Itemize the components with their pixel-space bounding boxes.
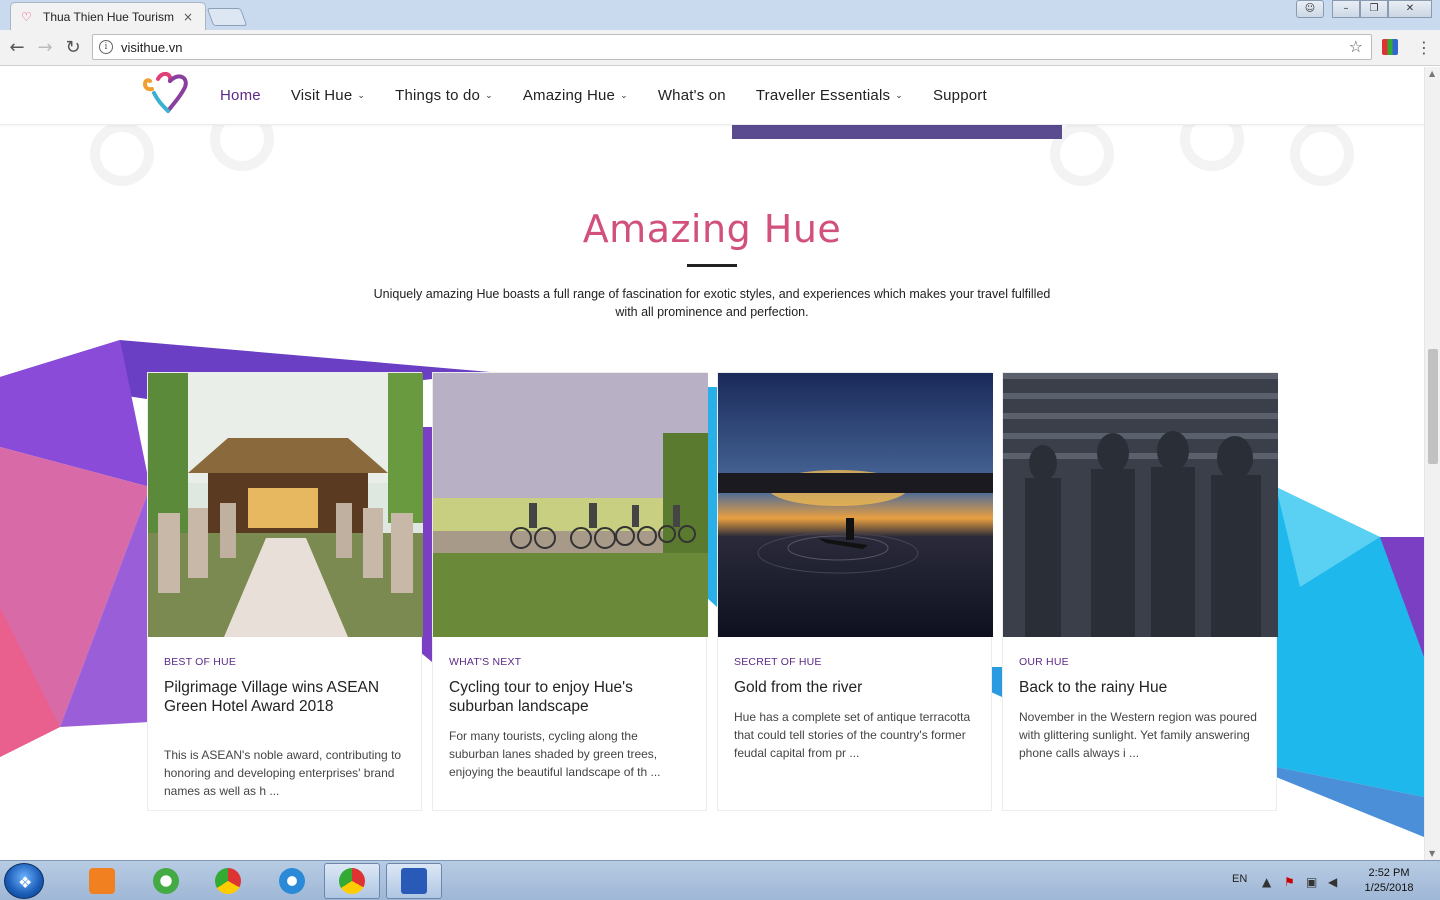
language-indicator[interactable]: EN	[1232, 873, 1247, 885]
scroll-down-icon[interactable]: ▼	[1429, 849, 1435, 858]
site-header: Home Visit Hue ⌄ Things to do ⌄ Amazing Hue ⌄ W…	[0, 67, 1424, 125]
title-underline	[687, 264, 737, 267]
chevron-down-icon: ⌄	[895, 90, 903, 100]
nav-item-label: What's on	[657, 87, 726, 104]
card-title[interactable]: Back to the rainy Hue	[1019, 678, 1259, 697]
system-tray: EN ▲ ⚑ ▣ ◀ 2:52 PM 1/25/2018	[1216, 861, 1440, 900]
media-player-icon	[89, 868, 115, 894]
nav-item-label: Visit Hue	[290, 87, 353, 104]
card-photo-statues[interactable]	[1003, 373, 1278, 637]
nav-item-label: Amazing Hue	[522, 87, 616, 104]
minimize-button[interactable]: –	[1332, 0, 1360, 18]
new-tab-button[interactable]	[206, 8, 248, 26]
nav-item-things-to-do[interactable]: Things to do ⌄	[395, 87, 493, 104]
decor-pattern	[90, 122, 154, 186]
card-excerpt: For many tourists, cycling along the sub…	[449, 729, 661, 779]
chrome-icon	[215, 868, 241, 894]
nav-item-traveller-essentials[interactable]: Traveller Essentials ⌄	[756, 87, 903, 104]
clock-date: 1/25/2018	[1364, 882, 1414, 894]
network-icon[interactable]: ▣	[1306, 875, 1317, 889]
scroll-thumb[interactable]	[1428, 349, 1438, 464]
internet-explorer-icon	[279, 868, 305, 894]
windows-logo-icon: ❖	[18, 873, 33, 892]
nav-item-what-s-on[interactable]: What's on	[658, 87, 726, 104]
card-category[interactable]: BEST OF HUE	[164, 656, 236, 668]
start-button[interactable]: ❖	[4, 863, 44, 899]
page-scrollbar[interactable]: ▲ ▼	[1424, 67, 1440, 860]
card-category[interactable]: SECRET OF HUE	[734, 656, 822, 668]
card-excerpt: Hue has a complete set of antique terrac…	[734, 710, 971, 760]
taskbar-chrome-active[interactable]	[324, 863, 380, 899]
taskbar-clock[interactable]: 2:52 PM 1/25/2018	[1346, 866, 1432, 896]
taskbar-ie[interactable]	[264, 863, 320, 899]
card-excerpt: This is ASEAN's noble award, contributin…	[164, 748, 402, 798]
bookmark-star-icon[interactable]: ☆	[1349, 37, 1363, 56]
browser-toolbar: ← → ↻ i visithue.vn ☆ ⋮	[0, 30, 1440, 66]
article-card[interactable]: OUR HUE Back to the rainy Hue November i…	[1002, 372, 1278, 811]
card-category[interactable]: OUR HUE	[1019, 656, 1069, 668]
clock-time: 2:52 PM	[1368, 867, 1410, 879]
nav-item-support[interactable]: Support	[933, 87, 987, 104]
forward-arrow-icon[interactable]: →	[34, 37, 56, 58]
volume-icon[interactable]: ◀	[1328, 875, 1337, 889]
card-title[interactable]: Gold from the river	[734, 678, 974, 697]
tab-title: Thua Thien Hue Tourism Po	[43, 9, 175, 24]
page-viewport: Home Visit Hue ⌄ Things to do ⌄ Amazing Hue ⌄ W…	[0, 67, 1424, 860]
decor-pattern	[1290, 122, 1354, 186]
windows-taskbar: ❖ EN ▲ ⚑ ▣ ◀ 2:52 PM 1/25/2018	[0, 860, 1440, 900]
site-favicon-icon: ♡	[21, 9, 32, 24]
chevron-down-icon: ⌄	[620, 90, 628, 100]
taskbar-word[interactable]	[386, 863, 442, 899]
hero-bottom-bar	[732, 125, 1062, 139]
extension-icon[interactable]	[1382, 39, 1398, 55]
chevron-down-icon: ⌄	[357, 90, 366, 100]
taskbar-chrome[interactable]	[200, 863, 256, 899]
card-title[interactable]: Cycling tour to enjoy Hue's suburban lan…	[449, 678, 689, 716]
word-icon	[401, 868, 427, 894]
profile-icon[interactable]: ☺	[1296, 0, 1324, 18]
card-photo-village[interactable]	[148, 373, 423, 637]
tab-close-icon[interactable]: ×	[183, 10, 193, 24]
main-nav: Home Visit Hue ⌄ Things to do ⌄ Amazing Hue ⌄ W…	[220, 87, 1017, 104]
taskbar-media-player[interactable]	[74, 863, 130, 899]
card-photo-cycling[interactable]	[433, 373, 708, 637]
visithue-logo-icon[interactable]	[140, 67, 192, 115]
green-app-icon	[153, 868, 179, 894]
scroll-up-icon[interactable]: ▲	[1429, 69, 1435, 78]
article-card[interactable]: WHAT'S NEXT Cycling tour to enjoy Hue's …	[432, 372, 708, 811]
info-icon[interactable]: i	[99, 40, 113, 54]
section-title: Amazing Hue	[582, 207, 842, 251]
card-category[interactable]: WHAT'S NEXT	[449, 656, 521, 668]
nav-item-label: Traveller Essentials	[755, 87, 891, 104]
taskbar-app-green[interactable]	[138, 863, 194, 899]
close-window-button[interactable]: ✕	[1388, 0, 1432, 18]
nav-item-label: Support	[932, 87, 987, 104]
card-title[interactable]: Pilgrimage Village wins ASEAN Green Hote…	[164, 678, 404, 716]
article-card[interactable]: SECRET OF HUE Gold from the river Hue ha…	[717, 372, 993, 811]
nav-item-label: Things to do	[395, 87, 481, 104]
browser-titlebar: ♡ Thua Thien Hue Tourism Po × ☺ – ❐ ✕	[0, 0, 1440, 30]
card-photo-river[interactable]	[718, 373, 993, 637]
action-center-flag-icon[interactable]: ⚑	[1284, 875, 1295, 889]
back-arrow-icon[interactable]: ←	[6, 37, 28, 58]
chevron-down-icon: ⌄	[485, 90, 493, 100]
nav-item-home[interactable]: Home	[220, 87, 261, 104]
nav-item-amazing-hue[interactable]: Amazing Hue ⌄	[523, 87, 628, 104]
url-text[interactable]: visithue.vn	[121, 40, 182, 55]
restore-button[interactable]: ❐	[1360, 0, 1388, 18]
address-bar[interactable]: i visithue.vn ☆	[92, 34, 1372, 60]
card-excerpt: November in the Western region was poure…	[1019, 710, 1257, 760]
nav-item-label: Home	[220, 87, 261, 104]
chrome-icon	[339, 868, 365, 894]
window-controls: ☺ – ❐ ✕	[1296, 0, 1432, 18]
nav-item-visit-hue[interactable]: Visit Hue ⌄	[291, 87, 365, 104]
reload-icon[interactable]: ↻	[62, 37, 84, 58]
browser-tab[interactable]: ♡ Thua Thien Hue Tourism Po ×	[10, 2, 206, 30]
browser-menu-icon[interactable]: ⋮	[1416, 38, 1432, 57]
show-hidden-icons-icon[interactable]: ▲	[1262, 875, 1271, 889]
section-description: Uniquely amazing Hue boasts a full range…	[373, 287, 1051, 319]
article-card[interactable]: BEST OF HUE Pilgrimage Village wins ASEA…	[147, 372, 423, 811]
